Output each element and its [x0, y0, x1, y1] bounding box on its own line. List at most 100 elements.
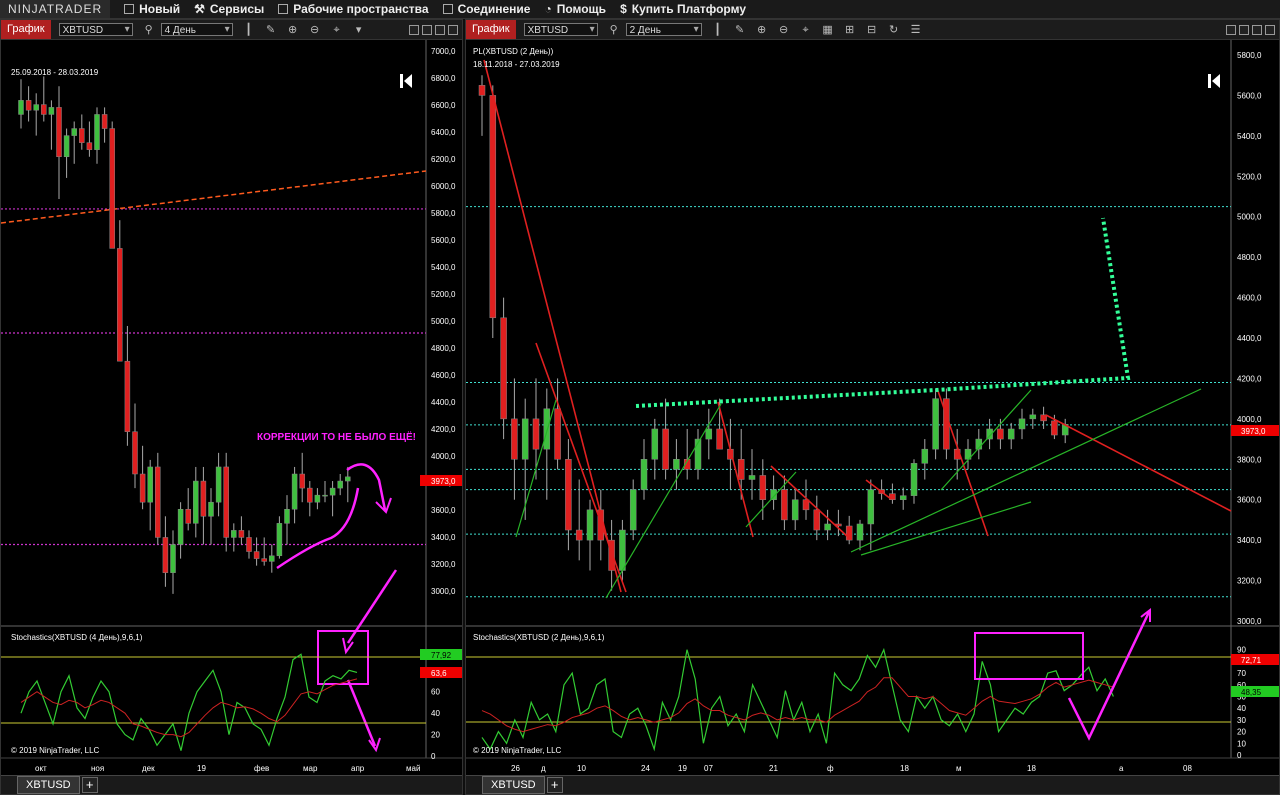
menu-help[interactable]: ◔ Помощь	[544, 2, 606, 16]
left-price-label: 3000,0	[431, 587, 456, 596]
close-button[interactable]	[1265, 24, 1275, 35]
left-candle	[276, 523, 283, 557]
left-window-buttons	[409, 24, 458, 35]
minimize-button[interactable]	[409, 24, 419, 35]
right-x-label: 07	[704, 764, 713, 773]
left-candle	[231, 530, 237, 538]
svg-text:63,6: 63,6	[431, 669, 447, 678]
refresh-icon[interactable]: ↻	[888, 24, 900, 36]
crosshair-icon[interactable]: ⌖	[800, 24, 812, 36]
right-price-label: 4200,0	[1237, 374, 1262, 383]
right-price-label: 4000,0	[1237, 415, 1262, 424]
left-candle	[117, 248, 123, 362]
right-price-label: 5400,0	[1237, 132, 1262, 141]
right-price-label: 3600,0	[1237, 496, 1262, 505]
left-price-label: 7000,0	[431, 47, 456, 56]
left-candle	[177, 509, 184, 545]
left-price-label: 4400,0	[431, 398, 456, 407]
right-candle	[748, 475, 756, 480]
right-instrument-select[interactable]: XBTUSD	[523, 23, 598, 36]
bars-icon[interactable]: ┃	[712, 24, 724, 36]
left-candle	[170, 544, 176, 573]
layout-icon[interactable]: ▦	[822, 24, 834, 36]
bars-icon[interactable]: ┃	[243, 24, 255, 36]
search-icon[interactable]: ⚲	[143, 24, 155, 36]
left-candle	[223, 466, 229, 538]
right-candle	[791, 499, 799, 521]
indicators-icon[interactable]: ⊞	[844, 24, 856, 36]
draw-icon[interactable]: ✎	[734, 24, 746, 36]
left-price-label: 6000,0	[431, 182, 456, 191]
left-price-label: 4800,0	[431, 344, 456, 353]
svg-text:77,92: 77,92	[431, 651, 452, 660]
right-price-label: 3200,0	[1237, 577, 1262, 586]
menu-tools[interactable]: ⚒ Сервисы	[194, 2, 264, 16]
add-tab-button[interactable]: +	[81, 777, 98, 793]
right-window-buttons	[1226, 24, 1275, 35]
right-candle	[856, 523, 864, 541]
right-instrument-tab[interactable]: XBTUSD	[482, 776, 545, 794]
left-candle	[261, 558, 267, 562]
zoom-out-icon[interactable]: ⊖	[309, 24, 321, 36]
menu-connection[interactable]: Соединение	[442, 2, 530, 16]
zoom-in-icon[interactable]: ⊕	[287, 24, 299, 36]
left-chart-tab[interactable]: График	[1, 20, 51, 39]
left-stoch-d-tag: 63,6	[420, 667, 462, 678]
right-x-label: 18	[1027, 764, 1036, 773]
left-candle	[124, 360, 131, 432]
menu-new[interactable]: Новый	[124, 2, 180, 16]
right-candle	[716, 428, 723, 450]
right-chart-tab[interactable]: График	[466, 20, 516, 39]
restore-button[interactable]	[1239, 24, 1249, 35]
ninja-k-logo	[1208, 74, 1220, 88]
left-annotation-down	[346, 569, 398, 644]
svg-text:72,71: 72,71	[1241, 656, 1262, 665]
right-x-label: 19	[678, 764, 687, 773]
maximize-button[interactable]	[1252, 24, 1262, 35]
restore-button[interactable]	[422, 24, 432, 35]
right-highlight-box	[974, 632, 1084, 680]
zoom-in-icon[interactable]: ⊕	[756, 24, 768, 36]
right-candle	[1029, 414, 1037, 420]
left-annotation-line	[346, 679, 377, 747]
left-instrument-select[interactable]: XBTUSD	[58, 23, 133, 36]
right-candle	[910, 463, 918, 496]
left-instrument-tab[interactable]: XBTUSD	[17, 776, 80, 794]
left-candle	[337, 480, 343, 489]
left-price-label: 3200,0	[431, 560, 456, 569]
left-stoch-title: Stochastics(XBTUSD (4 День),9,6,1)	[11, 633, 143, 642]
dropdown-icon[interactable]: ▾	[353, 24, 365, 36]
minimize-button[interactable]	[1226, 24, 1236, 35]
right-period-select[interactable]: 2 День	[625, 23, 702, 36]
right-chart-canvas[interactable]: 5800,0 5600,0 5400,0 5200,0 5000,0 4800,0 4600…	[466, 40, 1279, 778]
right-candle	[845, 525, 853, 541]
left-stoch-k-line	[20, 653, 358, 751]
svg-text:3973,0: 3973,0	[431, 477, 456, 486]
right-candle	[759, 475, 767, 500]
add-tab-button[interactable]: +	[546, 777, 563, 793]
left-candle	[185, 509, 191, 524]
connection-icon	[442, 4, 453, 14]
right-candle	[489, 95, 497, 319]
zoom-out-icon[interactable]: ⊖	[778, 24, 790, 36]
left-x-label: мар	[303, 764, 318, 773]
search-icon[interactable]: ⚲	[608, 24, 620, 36]
right-chart-window: График XBTUSD ⚲ 2 День ┃ ✎ ⊕ ⊖ ⌖ ▦ ⊞ ⊟ ↻…	[465, 19, 1280, 795]
strategies-icon[interactable]: ⊟	[866, 24, 878, 36]
right-candle	[932, 398, 939, 450]
left-candle	[215, 466, 222, 503]
left-price-label: 5000,0	[431, 317, 456, 326]
left-price-label: 4000,0	[431, 452, 456, 461]
properties-icon[interactable]: ☰	[910, 24, 922, 36]
menu-buy-platform[interactable]: $ Купить Платформу	[620, 2, 746, 16]
close-button[interactable]	[448, 24, 458, 35]
draw-icon[interactable]: ✎	[265, 24, 277, 36]
left-chart-canvas[interactable]: 7000,0 6800,0 6600,0 6400,0 6200,0 6000,0 5800…	[1, 40, 462, 778]
menu-workspaces[interactable]: Рабочие пространства	[278, 2, 429, 16]
maximize-button[interactable]	[435, 24, 445, 35]
left-candle	[56, 107, 62, 157]
left-candle	[25, 100, 32, 111]
left-period-select[interactable]: 4 День	[160, 23, 233, 36]
right-stoch-d-tag: 48,35	[1231, 686, 1279, 697]
crosshair-icon[interactable]: ⌖	[331, 24, 343, 36]
